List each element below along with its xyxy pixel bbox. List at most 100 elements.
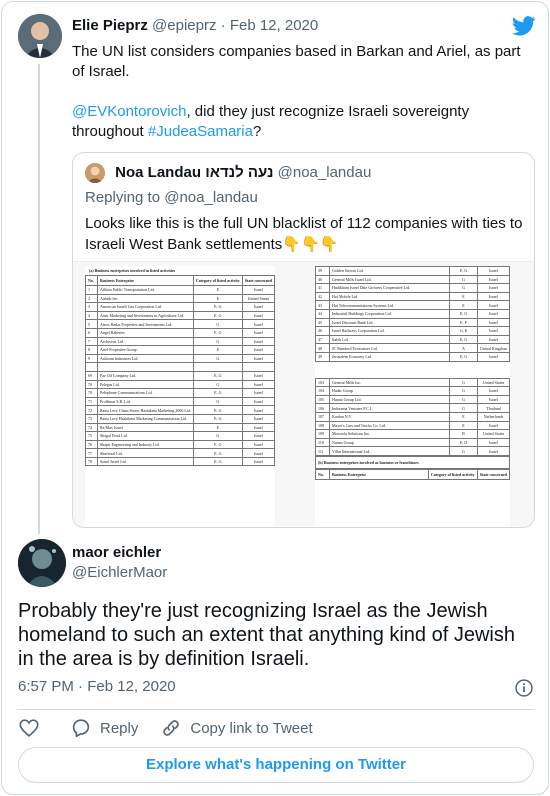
- table-cell: Hot Telecommunications Systems Ltd.: [329, 300, 450, 310]
- table-row: [84, 362, 276, 372]
- table-cell: Israel: [477, 300, 510, 310]
- parent-tweet-header: Elie Pieprz @epieprz · Feb 12, 2020: [72, 17, 318, 34]
- table-cell: 7: [84, 336, 99, 347]
- table-cell: 49: [315, 351, 330, 362]
- table-cell: 44: [315, 308, 330, 319]
- author-handle[interactable]: @epieprz: [152, 17, 216, 34]
- table-row: 111 Villar International Ltd. G Israel: [315, 446, 510, 456]
- author-name[interactable]: Elie Pieprz: [72, 17, 148, 34]
- table-cell: Jerusalem Economy Ltd.: [329, 351, 450, 362]
- copy-link-button[interactable]: Copy link to Tweet: [160, 717, 313, 739]
- reply-author-handle[interactable]: @EichlerMaor: [72, 563, 167, 583]
- table-cell: Israel: [241, 370, 276, 381]
- table-cell: 39: [315, 266, 330, 276]
- table-cell: Pelegas Ltd.: [97, 379, 194, 390]
- table-row: 103 General Mills Inc. G United States: [315, 377, 510, 388]
- table-cell: E: [192, 345, 243, 355]
- table-cell: Motorola Solutions Inc.: [329, 429, 450, 439]
- avatar[interactable]: [18, 14, 62, 58]
- reply-label: Reply: [100, 719, 139, 737]
- table-cell: State concerned: [241, 275, 276, 286]
- table-cell: Israel: [477, 308, 510, 319]
- quoted-author-name: Noa Landau נעה לנדאו: [115, 163, 274, 181]
- table-row: 39 Golden Stroots Ltd. E, G Israel: [315, 266, 510, 276]
- table-cell: 48: [315, 343, 330, 353]
- tweet-text-line1: The UN list considers companies based in…: [72, 43, 521, 80]
- table-cell: 107: [315, 411, 330, 422]
- right-table-top: 39 Golden Stroots Ltd. E, G Israel 40 General…: [315, 266, 510, 362]
- left-heading: (a) Business enterprises involved in lis…: [89, 268, 176, 273]
- table-cell: Israel: [477, 291, 510, 302]
- replying-to-label: Replying to: [85, 189, 161, 206]
- table-cell: E, G: [192, 439, 243, 450]
- table-cell: Israel: [477, 437, 510, 448]
- table-cell: Israel: [477, 446, 510, 456]
- left-table: No. Business Enterprise Category of listed…: [84, 275, 276, 467]
- table-cell: Re/Max Israel: [97, 422, 194, 433]
- table-row: 5 Amos Hadar Properties and Investments L…: [84, 319, 276, 329]
- table-cell: Israel Railways Corporation Ltd.: [329, 326, 450, 336]
- twitter-bird-icon[interactable]: [512, 14, 536, 38]
- explore-twitter-button[interactable]: Explore what's happening on Twitter: [18, 747, 534, 783]
- table-row: 78 Sonol Israel Ltd. E, G Israel: [84, 456, 276, 467]
- table-cell: Israel: [241, 456, 276, 467]
- table-cell: Israel: [241, 413, 276, 424]
- quoted-tweet[interactable]: Noa Landau נעה לנדאו @noa_landau Replyin…: [72, 152, 535, 528]
- table-cell: Italek Ltd.: [329, 334, 450, 345]
- table-cell: E, G: [192, 327, 243, 338]
- tweet-date: Feb 12, 2020: [87, 678, 176, 695]
- quoted-tweet-image[interactable]: (a) Business enterprises involved in lis…: [73, 261, 534, 527]
- table-cell: 108: [315, 420, 330, 431]
- separator: ·: [78, 678, 84, 695]
- table-cell: Category of listed activity: [192, 275, 243, 286]
- table-cell: Israel: [477, 386, 510, 396]
- table-cell: Kardan N.V.: [329, 411, 450, 422]
- table-cell: [84, 362, 99, 372]
- table-cell: E, G: [449, 266, 478, 276]
- table-row: 70 Pelegas Ltd. G Israel: [84, 379, 276, 390]
- table-cell: E: [449, 300, 478, 310]
- table-cell: Hadiklaim Israel Date Growers Cooperativ…: [329, 283, 450, 293]
- table-cell: Israel: [241, 345, 276, 355]
- avatar[interactable]: [18, 539, 66, 587]
- info-icon[interactable]: [514, 678, 534, 698]
- hashtag-link[interactable]: #JudeaSamaria: [148, 123, 253, 140]
- parent-tweet[interactable]: Elie Pieprz @epieprz · Feb 12, 2020 The …: [2, 2, 548, 534]
- table-cell: Paz Oil Company Ltd.: [97, 370, 194, 381]
- table-row: 49 Jerusalem Economy Ltd. E, G Israel: [315, 351, 510, 362]
- reply-icon: [72, 719, 90, 738]
- heart-icon: [19, 719, 39, 737]
- table-cell: Amir Marketing and Investments in Agricu…: [97, 310, 194, 321]
- table-cell: Israel: [241, 327, 276, 338]
- table-cell: Amos Hadar Properties and Investments Lt…: [97, 319, 194, 329]
- table-cell: 109: [315, 429, 330, 439]
- mention-link[interactable]: @EVKontorovich: [72, 103, 186, 120]
- tweet-actions: Reply Copy link to Tweet: [18, 716, 335, 740]
- table-cell: United States: [477, 429, 510, 439]
- table-cell: Israel: [241, 353, 276, 364]
- table-cell: 105: [315, 394, 330, 405]
- reply-author-name[interactable]: maor eichler: [72, 543, 167, 563]
- table-cell: Hot Mobile Ltd.: [329, 291, 450, 302]
- table-cell: No.: [315, 468, 330, 480]
- table-cell: E, G: [192, 456, 243, 467]
- table-cell: 110: [315, 437, 330, 448]
- table-row: 48 JC Bamford Excavators Ltd. A United King…: [315, 343, 510, 353]
- table-cell: Rami Levy Hashikma Marketing Communicati…: [97, 413, 194, 424]
- table-cell: Israel: [241, 379, 276, 390]
- like-button[interactable]: [18, 717, 48, 739]
- table-cell: E: [449, 420, 478, 431]
- table-row: 73 Rami Levy Hashikma Marketing Communica…: [84, 413, 276, 424]
- table-cell: Israel: [241, 310, 276, 321]
- tweet-timestamp[interactable]: 6:57 PM · Feb 12, 2020: [18, 678, 176, 695]
- tweet-date[interactable]: Feb 12, 2020: [230, 17, 318, 34]
- table-cell: State concerned: [476, 468, 511, 480]
- table-cell: G: [192, 319, 243, 329]
- table-cell: JC Bamford Excavators Ltd.: [329, 343, 450, 353]
- table-cell: 2: [84, 293, 99, 304]
- reply-button[interactable]: Reply: [70, 717, 138, 739]
- table-cell: E: [192, 422, 243, 433]
- quoted-tweet-header: Noa Landau נעה לנדאו @noa_landau: [85, 163, 371, 183]
- divider: [18, 709, 534, 710]
- table-cell: G, E: [449, 326, 478, 336]
